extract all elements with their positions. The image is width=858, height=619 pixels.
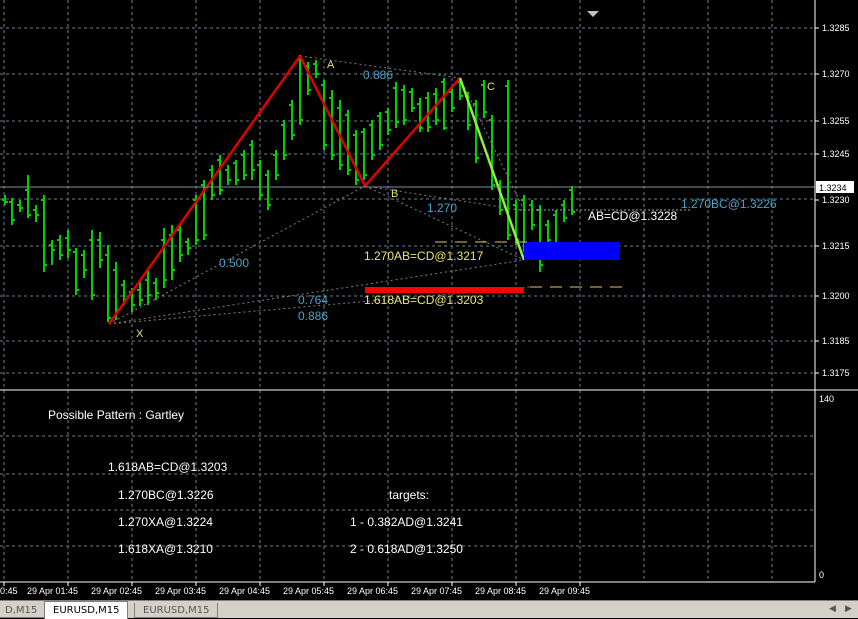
chart-shift-marker-icon[interactable] [587, 11, 599, 17]
pattern-title: Possible Pattern : Gartley [48, 408, 184, 422]
price-candles [2, 55, 575, 322]
indicator-tick-label: 140 [819, 394, 834, 404]
time-tick-label: 29 Apr 08:45 [475, 586, 526, 596]
ratio-label-bc: 1.270 [427, 201, 457, 215]
chart-canvas[interactable]: A B C X 0.886 0.500 1.270 0.764 0.886 1.… [0, 0, 858, 600]
ratio-label-ac: 0.886 [363, 68, 393, 82]
price-tick-label: 1.3255 [822, 116, 850, 126]
xa-leg [107, 55, 302, 325]
time-axis: 0:45 29 Apr 01:45 29 Apr 02:45 29 Apr 03:45… [0, 582, 590, 596]
info-line-4: 1.618XA@1.3210 [118, 542, 213, 556]
price-tick-label: 1.3270 [822, 69, 850, 79]
price-tick-label: 1.3215 [822, 241, 850, 251]
tab-scroll-right-icon[interactable]: ▶ [845, 604, 852, 614]
ratio-label-xb: 0.500 [219, 256, 249, 270]
price-tick-label: 1.3230 [822, 195, 850, 205]
info-line-3: 1.270XA@1.3224 [118, 515, 213, 529]
info-line-1: 1.618AB=CD@1.3203 [108, 460, 228, 474]
info-line-2: 1.270BC@1.3226 [118, 488, 214, 502]
indicator-axis: 140 0 [819, 394, 834, 580]
point-label-x: X [136, 328, 144, 340]
abcd-1270-label: 1.270AB=CD@1.3217 [364, 249, 484, 263]
price-tick-label: 1.3175 [822, 368, 850, 378]
time-tick-label: 29 Apr 04:45 [219, 586, 270, 596]
point-label-c: C [487, 81, 495, 93]
time-tick-label: 0:45 [0, 586, 18, 596]
point-label-a: A [327, 59, 335, 71]
price-tick-label: 1.3245 [822, 149, 850, 159]
bc-extension-label: 1.270BC@1.3226 [681, 197, 777, 211]
chart-tab-bar: D,M15 EURUSD,M15 EURUSD,M15 ◀ ▶ [0, 600, 858, 619]
tab-scroll-left-icon[interactable]: ◀ [829, 604, 836, 614]
abcd-label: AB=CD@1.3228 [588, 209, 678, 223]
time-tick-label: 29 Apr 07:45 [411, 586, 462, 596]
targets-title: targets: [389, 488, 429, 502]
time-tick-label: 29 Apr 09:45 [539, 586, 590, 596]
point-label-b: B [391, 188, 398, 200]
price-tick-label: 1.3285 [822, 23, 850, 33]
price-axis: 1.3285 1.3270 1.3255 1.3245 1.3230 1.3215 1.32… [815, 23, 850, 378]
indicator-tick-label: 0 [819, 570, 824, 580]
time-tick-label: 29 Apr 02:45 [91, 586, 142, 596]
time-tick-label: 29 Apr 06:45 [347, 586, 398, 596]
price-tick-label: 1.3185 [822, 336, 850, 346]
target-2: 2 - 0.618AD@1.3250 [350, 542, 463, 556]
time-tick-label: 29 Apr 01:45 [27, 586, 78, 596]
chart-tab-2[interactable]: EURUSD,M15 [44, 601, 129, 619]
ratio-label-xd2: 0.886 [298, 309, 328, 323]
target-1: 1 - 0.382AD@1.3241 [350, 515, 463, 529]
abcd-1618-label: 1.618AB=CD@1.3203 [364, 293, 484, 307]
target-zone-box [524, 242, 620, 260]
cd-leg [458, 77, 526, 261]
ratio-label-xd1: 0.764 [298, 293, 328, 307]
current-price-value: 1.3234 [819, 183, 847, 193]
chart-tab-3[interactable]: EURUSD,M15 [134, 603, 219, 618]
time-tick-label: 29 Apr 05:45 [283, 586, 334, 596]
time-tick-label: 29 Apr 03:45 [155, 586, 206, 596]
chart-tab-1[interactable]: D,M15 [0, 603, 47, 618]
price-tick-label: 1.3200 [822, 291, 850, 301]
